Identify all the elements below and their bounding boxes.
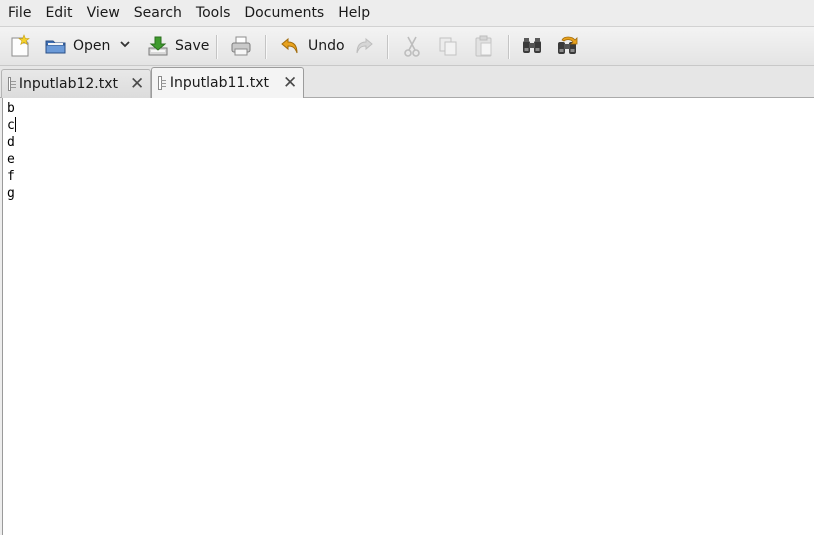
open-button[interactable]: Open [44, 27, 110, 65]
text-editor-window: File Edit View Search Tools Documents He… [0, 0, 814, 535]
tab-inputlab12[interactable]: Inputlab12.txt ✕ [1, 69, 151, 98]
print-icon [229, 34, 253, 58]
redo-button[interactable] [351, 27, 375, 65]
toolbar: Open Save Undo [0, 26, 814, 66]
editor-line: f [7, 168, 814, 185]
menu-help[interactable]: Help [331, 0, 377, 26]
tab-label: Inputlab11.txt [169, 75, 269, 91]
find-replace-button[interactable] [556, 27, 580, 65]
document-tab-bar: Inputlab12.txt ✕ Inputlab11.txt ✕ [0, 66, 814, 98]
redo-icon [351, 34, 375, 58]
menu-bar: File Edit View Search Tools Documents He… [0, 0, 814, 26]
text-file-icon [158, 76, 166, 90]
new-button[interactable] [8, 27, 32, 65]
copy-button[interactable] [436, 27, 460, 65]
toolbar-separator [387, 35, 389, 59]
find-replace-icon [556, 34, 580, 58]
find-button[interactable] [520, 27, 544, 65]
menu-documents[interactable]: Documents [237, 0, 331, 26]
save-label: Save [175, 38, 210, 54]
menu-search[interactable]: Search [127, 0, 189, 26]
menu-file[interactable]: File [0, 0, 38, 26]
menu-tools[interactable]: Tools [189, 0, 238, 26]
line-text: c [7, 118, 15, 133]
line-text: g [7, 186, 15, 201]
toolbar-separator [508, 35, 510, 59]
editor-line: e [7, 151, 814, 168]
save-icon [146, 34, 170, 58]
open-label: Open [73, 38, 111, 54]
save-button[interactable]: Save [146, 27, 209, 65]
close-icon[interactable]: ✕ [130, 76, 144, 93]
line-text: e [7, 152, 15, 167]
folder-open-icon [44, 34, 68, 58]
line-text: b [7, 101, 15, 116]
undo-label: Undo [308, 38, 345, 54]
line-text: f [7, 169, 15, 184]
menu-edit[interactable]: Edit [38, 0, 79, 26]
binoculars-icon [520, 34, 544, 58]
editor-line: c [7, 117, 814, 134]
copy-icon [436, 34, 460, 58]
cut-icon [400, 34, 424, 58]
open-recent-dropdown[interactable] [118, 27, 132, 65]
tab-label: Inputlab12.txt [18, 76, 118, 92]
text-cursor [14, 117, 16, 132]
paste-button[interactable] [472, 27, 496, 65]
editor-text-area[interactable]: b c d e f g [2, 98, 814, 535]
editor-line: b [7, 100, 814, 117]
chevron-down-icon [118, 37, 132, 55]
undo-button[interactable]: Undo [279, 27, 345, 65]
menu-view[interactable]: View [80, 0, 127, 26]
print-button[interactable] [229, 27, 253, 65]
editor-line: d [7, 134, 814, 151]
editor-line: g [7, 185, 814, 202]
new-document-icon [8, 34, 32, 58]
line-text: d [7, 135, 15, 150]
text-file-icon [8, 77, 16, 91]
tab-inputlab11[interactable]: Inputlab11.txt ✕ [151, 67, 304, 98]
cut-button[interactable] [400, 27, 424, 65]
close-icon[interactable]: ✕ [283, 75, 297, 92]
toolbar-separator [265, 35, 267, 59]
paste-icon [472, 34, 496, 58]
toolbar-separator [216, 35, 218, 59]
undo-icon [279, 34, 303, 58]
